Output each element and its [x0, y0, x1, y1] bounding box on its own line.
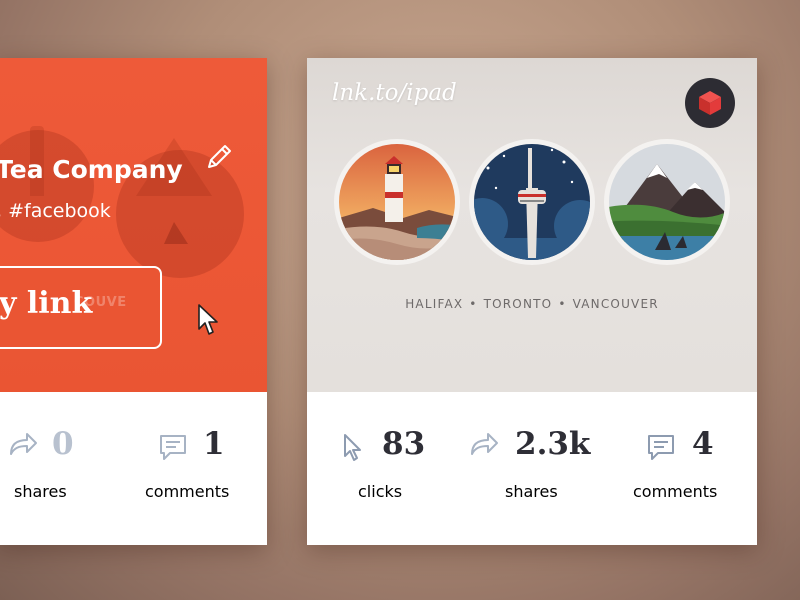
cursor-pointer-icon: [344, 434, 361, 461]
tags-text: , #facebook: [0, 200, 111, 222]
shares-count: 2.3k: [515, 426, 591, 462]
short-url[interactable]: lnk.to/ipad: [332, 80, 457, 106]
mouse-cursor-icon: [198, 304, 218, 335]
city-names: HALIFAX • TORONTO • VANCOUVER: [405, 297, 659, 311]
vancouver-medallion: [604, 139, 730, 265]
faded-medallion: [0, 130, 94, 242]
copy-link-label: py link: [0, 286, 93, 321]
card-header-illustration: lnk.to/ipad HALIFAX • TORONTO • VANCOUVE…: [307, 58, 757, 392]
comments-count: 1: [203, 426, 225, 462]
toronto-medallion: [469, 139, 595, 265]
comments-label: comments: [145, 482, 230, 501]
halifax-medallion: [334, 139, 460, 265]
comments-count: 4: [692, 426, 714, 462]
share-arrow-icon: [471, 433, 498, 455]
faded-shark-fin: [164, 222, 188, 244]
scalloped-edge: [0, 384, 267, 398]
pencil-icon[interactable]: [204, 142, 234, 172]
shares-count: 0: [52, 426, 74, 462]
card-header-orange: Tea Company , #facebook COUVE py link: [0, 58, 267, 392]
share-arrow-icon: [10, 433, 37, 455]
company-name: Tea Company: [0, 155, 183, 184]
badge[interactable]: [685, 78, 735, 128]
link-card-previous: Tea Company , #facebook COUVE py link 0 …: [0, 58, 267, 545]
link-card-ipad: lnk.to/ipad HALIFAX • TORONTO • VANCOUVE…: [307, 58, 757, 545]
scalloped-edge: [307, 384, 757, 398]
comment-icon: [160, 435, 186, 460]
clicks-label: clicks: [358, 482, 403, 501]
comments-label: comments: [633, 482, 718, 501]
clicks-count: 83: [382, 426, 426, 462]
shares-label: shares: [14, 482, 67, 501]
comment-icon: [648, 435, 674, 460]
red-box-icon: [699, 91, 721, 115]
copy-link-button[interactable]: COUVE py link: [0, 266, 162, 349]
shares-label: shares: [505, 482, 558, 501]
